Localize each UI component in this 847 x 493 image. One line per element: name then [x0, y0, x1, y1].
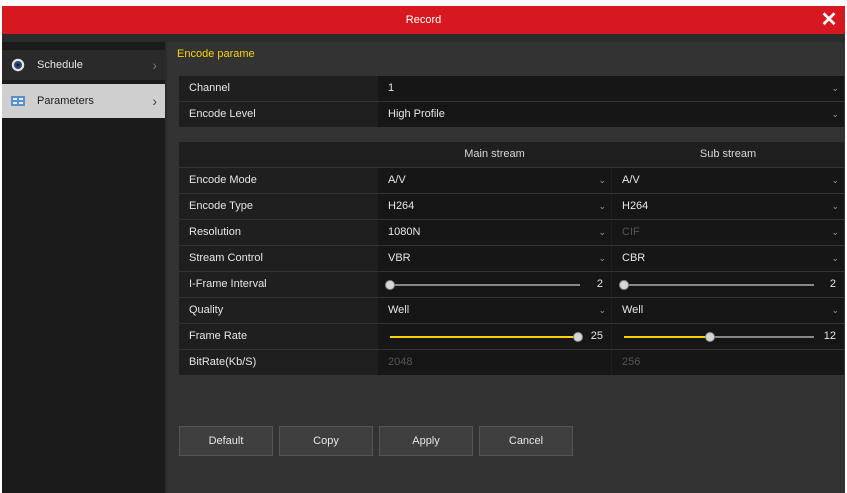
sub-stream-control-value: CBR — [622, 252, 646, 264]
sub-quality-select[interactable]: Well ⌄ — [612, 298, 844, 323]
iframe-interval-row: I-Frame Interval 2 2 — [179, 272, 844, 297]
main-stream-control-select[interactable]: VBR ⌄ — [378, 246, 611, 271]
main-frame-rate-slider[interactable] — [390, 332, 583, 342]
sub-frame-rate-slider[interactable] — [624, 332, 814, 342]
default-button[interactable]: Default — [179, 426, 273, 456]
main-iframe-slider[interactable] — [385, 280, 580, 290]
sidebar-item-label: Parameters — [37, 95, 94, 107]
main-encode-mode-select[interactable]: A/V ⌄ — [378, 168, 611, 193]
schedule-icon — [11, 58, 25, 72]
main-resolution-select[interactable]: 1080N ⌄ — [378, 220, 611, 245]
sub-resolution-select: CIF ⌄ — [612, 220, 844, 245]
chevron-down-icon: ⌄ — [831, 227, 839, 237]
sub-stream-header: Sub stream — [612, 142, 844, 167]
main-frame-rate-value: 25 — [590, 330, 603, 342]
encode-level-row: Encode Level High Profile ⌄ — [179, 102, 844, 127]
channel-row: Channel 1 ⌄ — [179, 76, 844, 101]
header-blank — [179, 142, 377, 167]
stream-control-row: Stream Control VBR ⌄ CBR ⌄ — [179, 246, 844, 271]
encode-type-label: Encode Type — [179, 194, 377, 219]
main-frame-rate-cell: 25 — [378, 324, 611, 349]
main-encode-mode-value: A/V — [388, 174, 406, 186]
record-window: Record ✕ Schedule › Parameters › Encode … — [2, 6, 845, 493]
frame-rate-label: Frame Rate — [179, 324, 377, 349]
channel-value: 1 — [388, 82, 395, 94]
window-title: Record — [405, 14, 442, 26]
main-encode-type-value: H264 — [388, 200, 415, 212]
chevron-down-icon: ⌄ — [831, 201, 839, 211]
bitrate-label: BitRate(Kb/S) — [179, 350, 377, 375]
main-iframe-value: 2 — [596, 278, 603, 290]
chevron-down-icon: ⌄ — [598, 227, 606, 237]
close-icon[interactable]: ✕ — [819, 10, 839, 30]
sidebar-item-parameters[interactable]: Parameters › — [2, 84, 165, 118]
sub-frame-rate-value: 12 — [823, 330, 836, 342]
slider-knob[interactable] — [573, 332, 583, 342]
copy-button[interactable]: Copy — [279, 426, 373, 456]
sub-bitrate-value: 256 — [612, 350, 844, 375]
encode-level-value: High Profile — [388, 108, 445, 120]
main-quality-value: Well — [388, 304, 410, 316]
main-stream-header: Main stream — [378, 142, 611, 167]
sub-iframe-value: 2 — [829, 278, 836, 290]
channel-label: Channel — [179, 76, 377, 101]
main-stream-control-value: VBR — [388, 252, 411, 264]
encode-level-select[interactable]: High Profile ⌄ — [378, 102, 844, 127]
sub-encode-mode-select[interactable]: A/V ⌄ — [612, 168, 844, 193]
sub-encode-type-value: H264 — [622, 200, 649, 212]
frame-rate-row: Frame Rate 25 12 — [179, 324, 844, 349]
main-resolution-value: 1080N — [388, 226, 421, 238]
slider-fill — [624, 336, 710, 338]
chevron-down-icon: ⌄ — [598, 201, 606, 211]
encode-type-row: Encode Type H264 ⌄ H264 ⌄ — [179, 194, 844, 219]
parameters-icon — [11, 96, 25, 106]
sidebar: Schedule › Parameters › — [2, 42, 165, 493]
chevron-down-icon: ⌄ — [598, 253, 606, 263]
stream-header-row: Main stream Sub stream — [179, 142, 844, 167]
chevron-right-icon: › — [152, 93, 157, 109]
chevron-down-icon: ⌄ — [598, 305, 606, 315]
apply-button[interactable]: Apply — [379, 426, 473, 456]
stream-control-label: Stream Control — [179, 246, 377, 271]
chevron-down-icon: ⌄ — [831, 83, 839, 93]
section-title: Encode parame — [177, 48, 255, 60]
main-encode-type-select[interactable]: H264 ⌄ — [378, 194, 611, 219]
resolution-label: Resolution — [179, 220, 377, 245]
sub-resolution-value: CIF — [622, 226, 640, 238]
sub-encode-mode-value: A/V — [622, 174, 640, 186]
sub-quality-value: Well — [622, 304, 644, 316]
bitrate-row: BitRate(Kb/S) 2048 256 — [179, 350, 844, 375]
chevron-down-icon: ⌄ — [598, 175, 606, 185]
iframe-interval-label: I-Frame Interval — [179, 272, 377, 297]
sub-frame-rate-cell: 12 — [612, 324, 844, 349]
chevron-right-icon: › — [152, 57, 157, 73]
cancel-button[interactable]: Cancel — [479, 426, 573, 456]
slider-knob[interactable] — [619, 280, 629, 290]
chevron-down-icon: ⌄ — [831, 305, 839, 315]
main-bitrate-value: 2048 — [378, 350, 611, 375]
sub-iframe-slider[interactable] — [619, 280, 814, 290]
main-panel: Encode parame Channel 1 ⌄ Encode Level H… — [167, 42, 845, 493]
sub-encode-type-select[interactable]: H264 ⌄ — [612, 194, 844, 219]
title-bar: Record ✕ — [2, 6, 845, 34]
channel-select[interactable]: 1 ⌄ — [378, 76, 844, 101]
slider-knob[interactable] — [385, 280, 395, 290]
chevron-down-icon: ⌄ — [831, 175, 839, 185]
encode-level-label: Encode Level — [179, 102, 377, 127]
chevron-down-icon: ⌄ — [831, 109, 839, 119]
quality-row: Quality Well ⌄ Well ⌄ — [179, 298, 844, 323]
sidebar-item-schedule[interactable]: Schedule › — [2, 50, 165, 80]
encode-mode-label: Encode Mode — [179, 168, 377, 193]
sub-iframe-cell: 2 — [612, 272, 844, 297]
sub-stream-control-select[interactable]: CBR ⌄ — [612, 246, 844, 271]
slider-knob[interactable] — [704, 332, 715, 342]
main-iframe-cell: 2 — [378, 272, 611, 297]
sidebar-item-label: Schedule — [37, 59, 83, 71]
slider-fill — [390, 336, 578, 338]
quality-label: Quality — [179, 298, 377, 323]
resolution-row: Resolution 1080N ⌄ CIF ⌄ — [179, 220, 844, 245]
encode-mode-row: Encode Mode A/V ⌄ A/V ⌄ — [179, 168, 844, 193]
main-quality-select[interactable]: Well ⌄ — [378, 298, 611, 323]
chevron-down-icon: ⌄ — [831, 253, 839, 263]
